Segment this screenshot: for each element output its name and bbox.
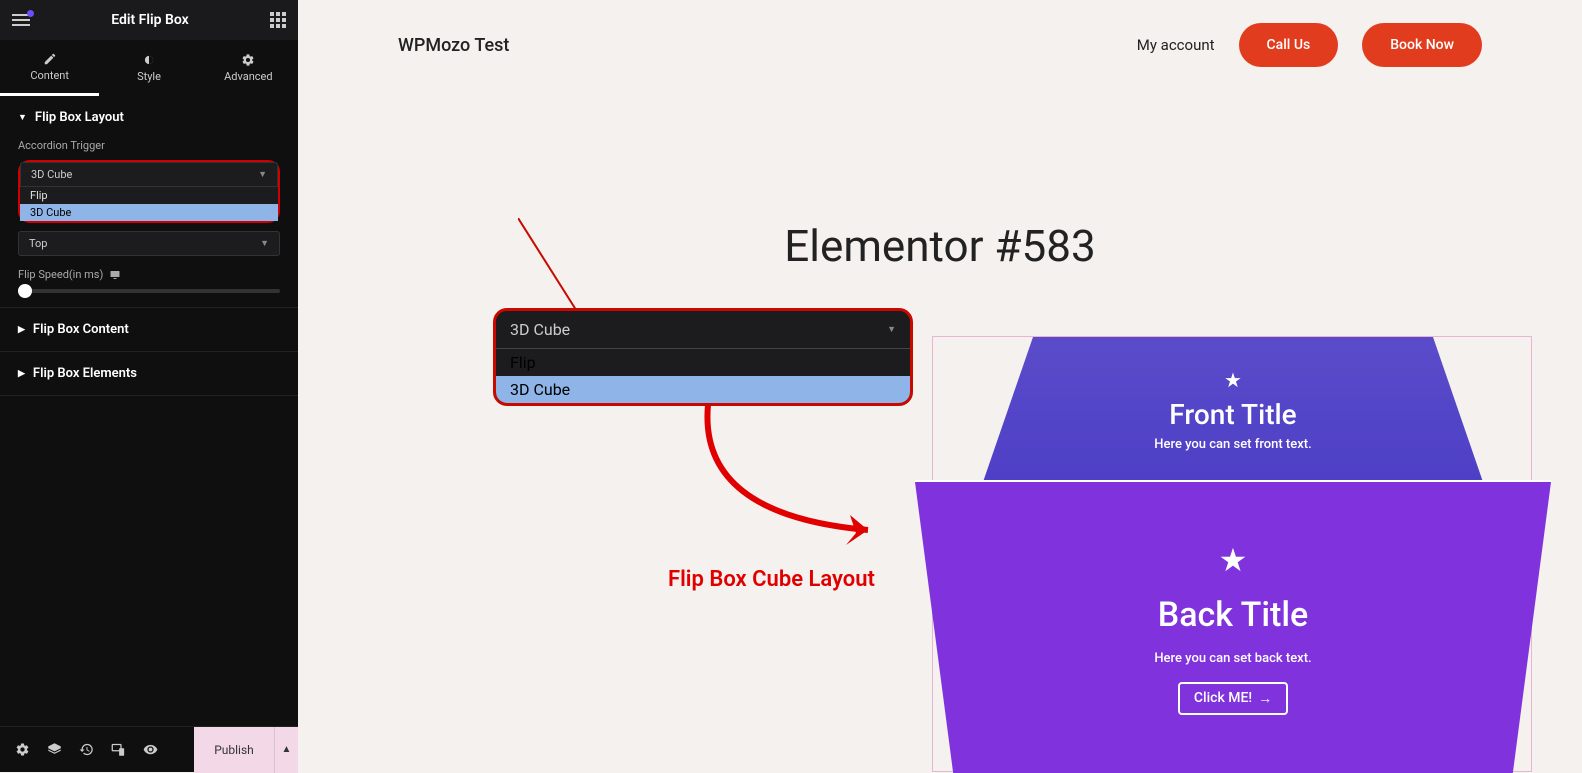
trigger-highlight: 3D Cube ▼ Flip 3D Cube bbox=[18, 160, 280, 223]
gear-icon bbox=[241, 53, 255, 67]
flipbox-front-face: ★ Front Title Here you can set front tex… bbox=[983, 337, 1483, 482]
caret-down-icon: ▼ bbox=[18, 112, 27, 123]
trigger-select[interactable]: 3D Cube ▼ bbox=[20, 162, 278, 187]
hamburger-icon[interactable] bbox=[12, 14, 30, 26]
trigger-dropdown: Flip 3D Cube bbox=[20, 187, 278, 221]
callout-option-3dcube[interactable]: 3D Cube bbox=[496, 376, 910, 403]
site-header: WPMozo Test My account Call Us Book Now bbox=[298, 0, 1582, 90]
star-icon: ★ bbox=[1219, 541, 1248, 579]
front-title: Front Title bbox=[1169, 398, 1296, 431]
section-layout: ▼ Flip Box Layout Accordion Trigger 3D C… bbox=[0, 96, 298, 308]
caret-right-icon: ▶ bbox=[18, 325, 25, 335]
sidebar-header: Edit Flip Box bbox=[0, 0, 298, 40]
tab-style[interactable]: Style bbox=[99, 40, 198, 96]
section-title: Flip Box Elements bbox=[33, 366, 137, 381]
option-flip[interactable]: Flip bbox=[20, 187, 278, 204]
select-value: 3D Cube bbox=[31, 168, 72, 181]
preview-canvas: WPMozo Test My account Call Us Book Now … bbox=[298, 0, 1582, 772]
panel-title: Edit Flip Box bbox=[111, 12, 189, 28]
panel-tabs: Content Style Advanced bbox=[0, 40, 298, 96]
settings-icon[interactable] bbox=[6, 734, 38, 766]
nav-account[interactable]: My account bbox=[1137, 36, 1215, 54]
speed-label: Flip Speed(in ms) bbox=[18, 268, 280, 281]
tab-label: Style bbox=[137, 70, 161, 83]
section-title: Flip Box Content bbox=[33, 322, 129, 337]
select-value: 3D Cube bbox=[510, 320, 570, 339]
section-elements: ▶ Flip Box Elements bbox=[0, 352, 298, 396]
chevron-down-icon: ▼ bbox=[258, 169, 267, 180]
annotation-arrow bbox=[658, 395, 908, 565]
chevron-down-icon: ▼ bbox=[260, 238, 269, 249]
flipbox-widget[interactable]: ★ Front Title Here you can set front tex… bbox=[932, 336, 1532, 772]
page-title: Elementor #583 bbox=[298, 220, 1582, 272]
tab-label: Content bbox=[30, 69, 69, 82]
star-icon: ★ bbox=[1224, 368, 1242, 392]
flipbox-button[interactable]: Click ME! → bbox=[1178, 682, 1288, 715]
section-content-header[interactable]: ▶ Flip Box Content bbox=[0, 308, 298, 351]
apps-icon[interactable] bbox=[270, 12, 286, 28]
desktop-icon bbox=[109, 269, 121, 281]
speed-slider[interactable] bbox=[18, 289, 280, 293]
arrow-right-icon: → bbox=[1258, 690, 1272, 707]
responsive-icon[interactable] bbox=[102, 734, 134, 766]
tab-advanced[interactable]: Advanced bbox=[199, 40, 298, 96]
caret-right-icon: ▶ bbox=[18, 369, 25, 379]
cube-edge bbox=[915, 480, 1551, 482]
elementor-sidebar: Edit Flip Box Content Style Advanced ▼ F… bbox=[0, 0, 298, 772]
section-content: ▶ Flip Box Content bbox=[0, 308, 298, 352]
section-elements-header[interactable]: ▶ Flip Box Elements bbox=[0, 352, 298, 395]
pencil-icon bbox=[43, 52, 57, 66]
book-now-button[interactable]: Book Now bbox=[1362, 23, 1482, 67]
section-title: Flip Box Layout bbox=[35, 110, 124, 125]
chevron-down-icon: ▼ bbox=[887, 324, 896, 335]
select-value: Top bbox=[29, 237, 47, 250]
droplet-icon bbox=[142, 53, 156, 67]
panel-content: ▼ Flip Box Layout Accordion Trigger 3D C… bbox=[0, 96, 298, 726]
option-3dcube[interactable]: 3D Cube bbox=[20, 204, 278, 221]
callout-option-flip[interactable]: Flip bbox=[496, 349, 910, 376]
section-layout-header[interactable]: ▼ Flip Box Layout bbox=[0, 96, 298, 139]
call-us-button[interactable]: Call Us bbox=[1239, 23, 1339, 67]
preview-icon[interactable] bbox=[134, 734, 166, 766]
publish-options[interactable]: ▲ bbox=[274, 727, 298, 773]
trigger-label: Accordion Trigger bbox=[18, 139, 280, 152]
notification-dot bbox=[27, 10, 34, 17]
callout-zoom: 3D Cube ▼ Flip 3D Cube bbox=[493, 308, 913, 406]
flipbox-back-face: ★ Back Title Here you can set back text.… bbox=[915, 482, 1551, 773]
tab-content[interactable]: Content bbox=[0, 40, 99, 96]
direction-select[interactable]: Top ▼ bbox=[18, 231, 280, 256]
navigator-icon[interactable] bbox=[38, 734, 70, 766]
bottom-bar: Publish ▲ bbox=[0, 726, 298, 772]
tab-label: Advanced bbox=[224, 70, 272, 83]
publish-button[interactable]: Publish bbox=[194, 727, 274, 773]
annotation-text: Flip Box Cube Layout bbox=[668, 567, 875, 592]
slider-thumb[interactable] bbox=[18, 284, 32, 298]
back-text: Here you can set back text. bbox=[1154, 651, 1311, 666]
front-text: Here you can set front text. bbox=[1154, 437, 1311, 452]
history-icon[interactable] bbox=[70, 734, 102, 766]
back-title: Back Title bbox=[1158, 595, 1309, 635]
callout-select[interactable]: 3D Cube ▼ bbox=[496, 311, 910, 348]
brand-logo[interactable]: WPMozo Test bbox=[398, 35, 509, 56]
